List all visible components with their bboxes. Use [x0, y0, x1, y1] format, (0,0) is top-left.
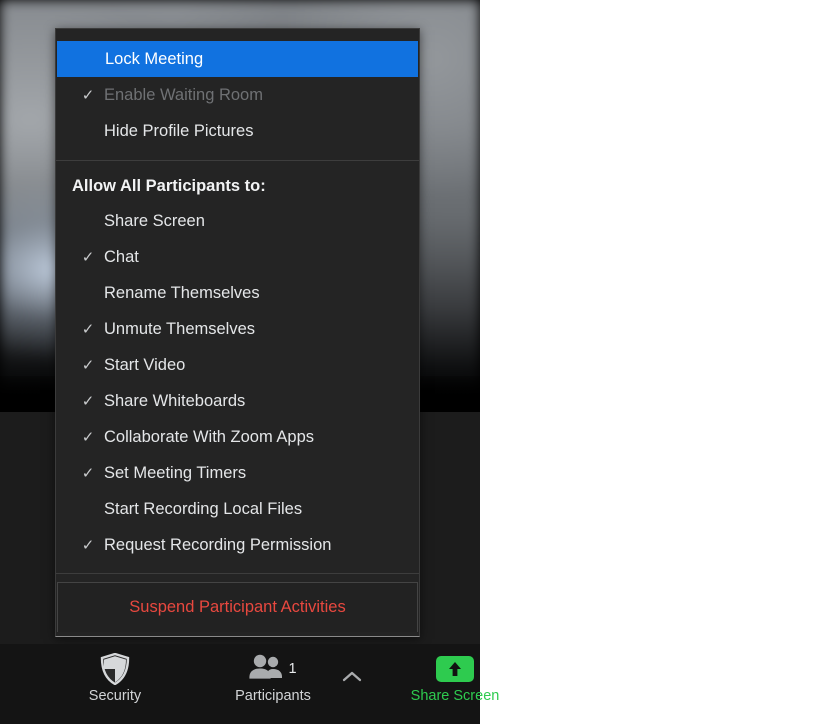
menu-item-share-screen[interactable]: Share Screen — [56, 203, 419, 239]
check-icon-collaborate-with-zoom-apps: ✓ — [81, 428, 95, 446]
menu-item-label: Lock Meeting — [105, 49, 204, 68]
menu-item-collaborate-with-zoom-apps[interactable]: ✓ Collaborate With Zoom Apps — [56, 419, 419, 455]
people-icon — [249, 654, 283, 685]
security-menu-permissions-section: Allow All Participants to: Share Screen … — [56, 161, 419, 573]
menu-item-share-whiteboards[interactable]: ✓ Share Whiteboards — [56, 383, 419, 419]
share-screen-icon-wrap — [436, 652, 474, 686]
toolbar-label-participants: Participants — [235, 688, 311, 704]
menu-item-start-video[interactable]: ✓ Start Video — [56, 347, 419, 383]
up-arrow-icon — [436, 656, 474, 682]
security-popup-menu: Lock Meeting ✓ Enable Waiting Room Hide … — [55, 28, 420, 637]
check-icon-share-whiteboards: ✓ — [81, 392, 95, 410]
participants-icon-group: 1 — [249, 652, 297, 686]
menu-item-unmute-themselves[interactable]: ✓ Unmute Themselves — [56, 311, 419, 347]
menu-item-label: Request Recording Permission — [104, 535, 332, 554]
menu-item-start-recording-local-files[interactable]: Start Recording Local Files — [56, 491, 419, 527]
check-icon-start-recording-local-files — [79, 491, 97, 527]
menu-item-label: Enable Waiting Room — [104, 85, 263, 104]
shield-icon — [100, 652, 130, 686]
menu-item-label: Rename Themselves — [104, 283, 260, 302]
toolbar-button-participants[interactable]: 1 Participants — [228, 652, 318, 716]
menu-item-hide-profile-pictures[interactable]: Hide Profile Pictures — [56, 113, 419, 149]
suspend-participant-activities-button[interactable]: Suspend Participant Activities — [57, 582, 418, 632]
check-icon-request-recording-permission: ✓ — [81, 536, 95, 554]
menu-item-label: Set Meeting Timers — [104, 463, 247, 482]
toolbar-button-share-screen[interactable]: Share Screen — [400, 652, 510, 716]
menu-item-label: Start Recording Local Files — [104, 499, 303, 518]
check-icon-unmute-themselves: ✓ — [81, 320, 95, 338]
suspend-section: Suspend Participant Activities — [56, 574, 419, 632]
toolbar-label-share-screen: Share Screen — [410, 688, 500, 704]
menu-item-label: Share Whiteboards — [104, 391, 246, 410]
check-icon-share-screen — [79, 203, 97, 239]
check-icon-lock-meeting — [80, 41, 98, 77]
check-icon-start-video: ✓ — [81, 356, 95, 374]
chevron-up-icon[interactable] — [340, 666, 364, 686]
menu-item-lock-meeting[interactable]: Lock Meeting — [57, 41, 418, 77]
menu-item-enable-waiting-room[interactable]: ✓ Enable Waiting Room — [56, 77, 419, 113]
check-icon-set-meeting-timers: ✓ — [81, 464, 95, 482]
menu-item-label: Unmute Themselves — [104, 319, 256, 338]
permissions-section-header: Allow All Participants to: — [72, 176, 266, 195]
menu-item-label: Hide Profile Pictures — [104, 121, 254, 140]
zoom-meeting-window: Lock Meeting ✓ Enable Waiting Room Hide … — [0, 0, 837, 724]
menu-item-label: Collaborate With Zoom Apps — [104, 427, 315, 446]
suspend-participant-activities-label: Suspend Participant Activities — [129, 598, 346, 616]
check-icon-chat: ✓ — [81, 248, 95, 266]
menu-item-rename-themselves[interactable]: Rename Themselves — [56, 275, 419, 311]
toolbar-button-security[interactable]: Security — [78, 652, 152, 716]
check-icon-rename-themselves — [79, 275, 97, 311]
toolbar-label-security: Security — [88, 688, 142, 704]
menu-item-label: Share Screen — [104, 211, 205, 230]
meeting-bottom-toolbar: Security 1 Participants Share Screen — [0, 644, 499, 724]
check-icon-enable-waiting-room: ✓ — [81, 86, 95, 104]
menu-item-label: Chat — [104, 247, 139, 266]
security-menu-top-section: Lock Meeting ✓ Enable Waiting Room Hide … — [56, 29, 419, 160]
menu-item-request-recording-permission[interactable]: ✓ Request Recording Permission — [56, 527, 419, 563]
participants-count-badge: 1 — [288, 661, 297, 677]
menu-item-label: Start Video — [104, 355, 186, 374]
menu-item-set-meeting-timers[interactable]: ✓ Set Meeting Timers — [56, 455, 419, 491]
check-icon-hide-profile-pictures — [79, 113, 97, 149]
menu-item-chat[interactable]: ✓ Chat — [56, 239, 419, 275]
